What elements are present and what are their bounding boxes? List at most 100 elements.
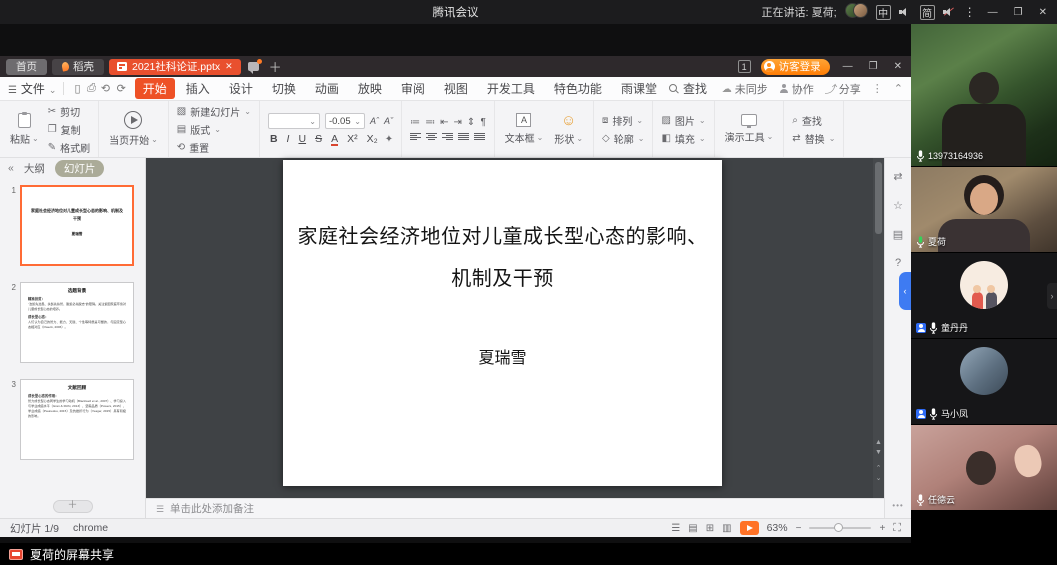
zoom-level[interactable]: 63% [767, 522, 788, 534]
participant-tile[interactable]: 童丹丹 [911, 253, 1057, 338]
canvas-scrollbar[interactable] [873, 158, 884, 498]
menu-tab-animation[interactable]: 动画 [307, 78, 347, 99]
tab-docer[interactable]: 稻壳 [52, 59, 104, 75]
zoom-out-icon[interactable] [796, 523, 802, 534]
more-options-icon[interactable]: ⋮ [964, 5, 976, 19]
text-effects-icon[interactable] [385, 134, 393, 145]
arrange-button[interactable]: 排列 [602, 113, 644, 128]
new-tab-button[interactable]: ＋ [264, 57, 287, 76]
scroll-up-icon[interactable] [873, 439, 884, 446]
minimize-button[interactable]: — [984, 7, 1002, 18]
participant-tile[interactable]: 马小凤 [911, 339, 1057, 424]
reset-button[interactable]: 重置 [177, 140, 251, 155]
close-button[interactable]: ✕ [1035, 7, 1051, 18]
message-icon[interactable] [248, 62, 259, 71]
collapse-ribbon-icon[interactable] [894, 82, 903, 95]
menu-tab-insert[interactable]: 插入 [178, 78, 218, 99]
notes-placeholder[interactable]: 单击此处添加备注 [170, 501, 254, 516]
replace-button[interactable]: 替换 [792, 131, 835, 146]
close-tab-icon[interactable]: ✕ [225, 61, 233, 72]
restore-button[interactable]: ❐ [1010, 7, 1027, 18]
slide-thumbnail-1[interactable]: 家庭社会经济地位对儿童成长型心态的影响、机制及干预 夏瑞雪 [20, 185, 134, 266]
outline-tab[interactable]: 大纲 [24, 161, 45, 176]
print-icon[interactable] [84, 82, 99, 95]
caption-language-badge[interactable]: 简 [920, 5, 935, 20]
format-painter-button[interactable]: 格式刷 [48, 140, 90, 155]
guest-login-button[interactable]: 访客登录 [761, 59, 830, 75]
speaker-icon[interactable] [899, 6, 912, 18]
font-color-button[interactable]: A [329, 133, 340, 145]
menu-tab-slideshow[interactable]: 放映 [350, 78, 390, 99]
task-pane-icon[interactable] [893, 228, 903, 241]
undo-icon[interactable] [98, 82, 113, 95]
reading-view-icon[interactable] [722, 523, 731, 534]
current-slide[interactable]: 家庭社会经济地位对儿童成长型心态的影响、 机制及干预 夏瑞雪 [283, 160, 722, 486]
next-slide-icon[interactable] [873, 475, 884, 482]
slide-thumbnail-3[interactable]: 文献回顾 成长型心态的作用： 智力成长型心态同学生的学习动机（Blackwell… [20, 379, 134, 460]
find-menu[interactable]: 查找 [669, 80, 707, 97]
fill-button[interactable]: 填充 [661, 131, 705, 146]
italic-button[interactable]: I [285, 133, 292, 145]
menu-tab-view[interactable]: 视图 [436, 78, 476, 99]
participant-tile[interactable]: 任德云 [911, 425, 1057, 510]
bold-button[interactable]: B [268, 133, 280, 145]
underline-button[interactable]: U [296, 133, 308, 145]
collaborate-button[interactable]: 协作 [779, 81, 814, 97]
new-slide-button[interactable]: 新建幻灯片 [177, 104, 251, 119]
file-menu[interactable]: 文件 [8, 80, 56, 97]
menu-tab-design[interactable]: 设计 [221, 78, 261, 99]
scrollbar-thumb[interactable] [875, 162, 882, 234]
muted-speaker-icon[interactable] [943, 6, 956, 18]
notes-bar[interactable]: 单击此处添加备注 [146, 498, 884, 518]
shapes-button[interactable]: 形状 [552, 113, 585, 146]
wps-minimize-button[interactable]: — [840, 61, 856, 72]
new-document-icon[interactable] [71, 82, 83, 95]
layout-button[interactable]: 版式 [177, 122, 251, 137]
bullets-icon[interactable]: ≔ [410, 117, 420, 128]
slides-tab[interactable]: 幻灯片 [55, 160, 105, 177]
menu-tab-start[interactable]: 开始 [135, 78, 175, 99]
font-size-select[interactable]: -0.05 [325, 113, 365, 129]
normal-view-icon[interactable] [688, 523, 697, 534]
tab-home[interactable]: 首页 [6, 59, 47, 75]
align-left-icon[interactable] [410, 132, 421, 141]
subscript-button[interactable]: X₂ [365, 133, 380, 145]
participant-tile[interactable]: 13973164936 [911, 24, 1057, 166]
play-from-current-button[interactable]: 当页开始 [107, 111, 160, 147]
slideshow-play-button[interactable] [740, 521, 759, 535]
strikethrough-button[interactable]: S [313, 133, 324, 145]
menu-tab-review[interactable]: 审阅 [393, 78, 433, 99]
text-direction-icon[interactable]: ¶ [480, 117, 485, 128]
expand-pane-tab[interactable] [899, 272, 911, 310]
menu-tab-devtools[interactable]: 开发工具 [479, 78, 543, 99]
zoom-in-icon[interactable] [879, 523, 885, 534]
zoom-slider[interactable] [809, 527, 871, 529]
zoom-slider-thumb[interactable] [834, 523, 843, 532]
share-button[interactable]: 分享 [825, 81, 861, 97]
picture-button[interactable]: 图片 [661, 113, 705, 128]
font-family-select[interactable] [268, 113, 320, 129]
switch-panel-icon[interactable] [893, 170, 902, 183]
help-icon[interactable] [895, 257, 901, 269]
slide-canvas[interactable]: 家庭社会经济地位对儿童成长型心态的影响、 机制及干预 夏瑞雪 [146, 158, 884, 498]
line-spacing-icon[interactable]: ⇕ [467, 117, 475, 128]
slide-sorter-icon[interactable] [706, 523, 714, 534]
cut-button[interactable]: 剪切 [48, 104, 90, 119]
align-justify-icon[interactable] [458, 132, 469, 141]
menu-tab-special-features[interactable]: 特色功能 [546, 78, 610, 99]
panel-collapse-arrow[interactable] [1047, 283, 1057, 309]
superscript-button[interactable]: X² [345, 133, 360, 145]
menu-tab-rain-classroom[interactable]: 雨课堂 [613, 78, 665, 99]
textbox-button[interactable]: 文本框 [503, 113, 546, 145]
more-tools-icon[interactable] [892, 501, 903, 510]
add-slide-button[interactable]: ＋ [53, 500, 93, 513]
participant-tile-speaking[interactable]: 夏荷 [911, 167, 1057, 252]
copy-button[interactable]: 复制 [48, 122, 90, 137]
sidebar-collapse-icon[interactable]: « [8, 162, 14, 174]
star-icon[interactable] [893, 199, 903, 212]
redo-icon[interactable] [114, 82, 129, 95]
align-center-icon[interactable] [426, 132, 437, 141]
decrease-indent-icon[interactable]: ⇤ [440, 117, 448, 128]
fit-slide-icon[interactable] [893, 522, 901, 535]
wps-restore-button[interactable]: ❐ [866, 61, 881, 72]
